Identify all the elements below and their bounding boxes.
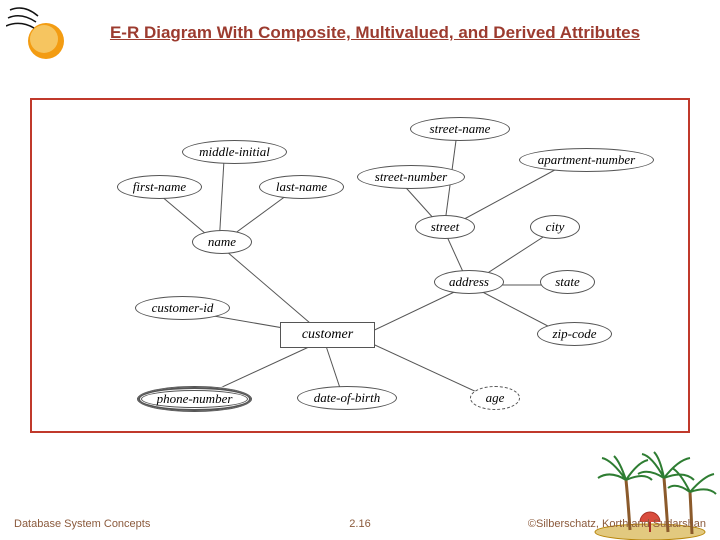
attr-street: street (415, 215, 475, 239)
label-phone-number: phone-number (157, 391, 233, 407)
attr-state: state (540, 270, 595, 294)
attr-street-number: street-number (357, 165, 465, 189)
attr-zip-code: zip-code (537, 322, 612, 346)
attr-date-of-birth: date-of-birth (297, 386, 397, 410)
attr-phone-number-multivalued: phone-number (137, 386, 252, 412)
diagram-frame: first-name middle-initial last-name name… (30, 98, 690, 433)
attr-first-name: first-name (117, 175, 202, 199)
attr-age-derived: age (470, 386, 520, 410)
attr-city: city (530, 215, 580, 239)
footer-center: 2.16 (349, 518, 370, 530)
attr-apartment-number: apartment-number (519, 148, 654, 172)
footer-left: Database System Concepts (14, 518, 150, 530)
page-title: E-R Diagram With Composite, Multivalued,… (0, 0, 720, 50)
attr-customer-id: customer-id (135, 296, 230, 320)
attr-last-name: last-name (259, 175, 344, 199)
attr-name: name (192, 230, 252, 254)
attr-middle-initial: middle-initial (182, 140, 287, 164)
attr-address: address (434, 270, 504, 294)
attr-street-name: street-name (410, 117, 510, 141)
footer-right: ©Silberschatz, Korth and Sudarshan (528, 518, 706, 530)
sun-icon (6, 6, 76, 76)
entity-customer: customer (280, 322, 375, 348)
